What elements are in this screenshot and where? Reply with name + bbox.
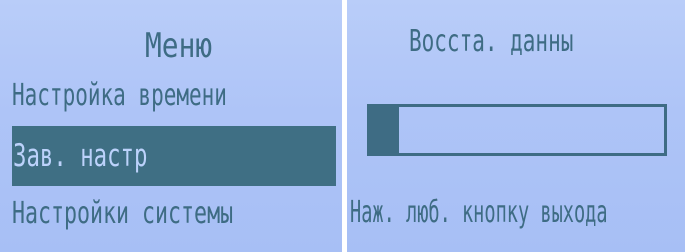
restore-progress-bar — [367, 104, 667, 156]
menu-screen: Меню Настройка времени Зав. настр Настро… — [0, 0, 342, 252]
menu-title: Меню — [145, 26, 213, 66]
menu-item-factory-settings-label: Зав. настр — [13, 138, 148, 174]
menu-item-system-settings[interactable]: Настройки системы — [12, 196, 233, 231]
menu-item-time-settings[interactable]: Настройка времени — [12, 78, 227, 113]
exit-hint: Наж. люб. кнопку выхода — [350, 195, 608, 230]
restore-screen: Восста. данны Наж. люб. кнопку выхода — [347, 0, 685, 252]
restore-progress-fill — [370, 107, 400, 153]
restore-title: Восста. данны — [409, 24, 574, 59]
